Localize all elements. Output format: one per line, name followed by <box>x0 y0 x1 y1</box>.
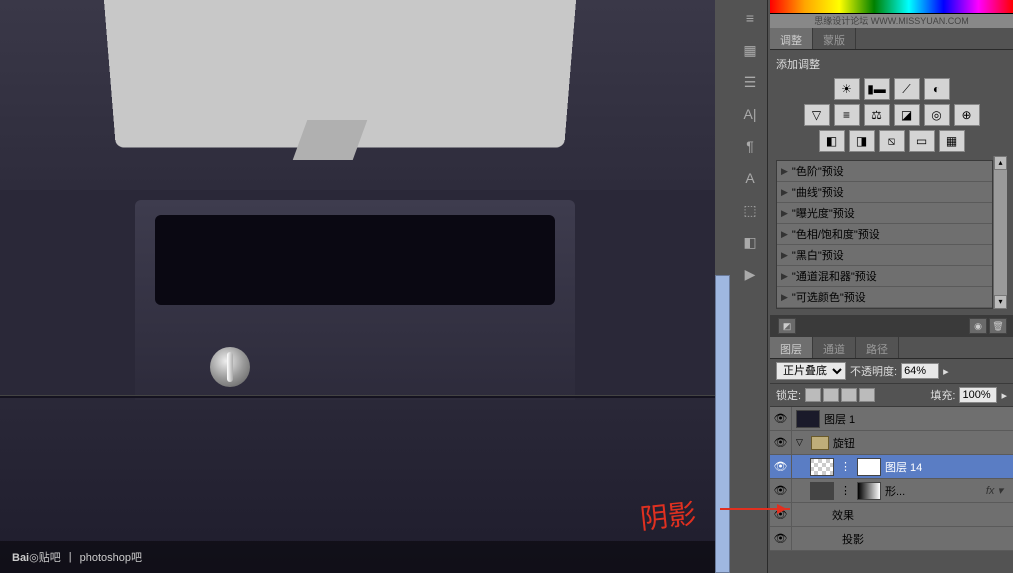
visibility-icon[interactable]: 👁 <box>770 455 792 478</box>
artwork-sep <box>0 395 715 398</box>
artwork-knob <box>210 347 250 387</box>
visibility-icon[interactable]: 👁 <box>770 503 792 526</box>
tab-masks[interactable]: 蒙版 <box>813 28 856 49</box>
folder-icon <box>811 436 829 450</box>
disclosure-icon[interactable]: ▽ <box>796 437 803 448</box>
section-name: photoshop吧 <box>80 549 142 565</box>
invert-icon[interactable]: ◧ <box>819 130 845 152</box>
brand-logo: Bai◎贴吧 <box>12 549 61 565</box>
preset-exposure[interactable]: ▶"曝光度"预设 <box>777 203 992 224</box>
tab-channels[interactable]: 通道 <box>813 337 856 358</box>
watermark: 思缘设计论坛 WWW.MISSYUAN.COM <box>770 14 1013 28</box>
blend-row: 正片叠底 不透明度: ▸ <box>770 359 1013 384</box>
tab-layers[interactable]: 图层 <box>770 337 813 358</box>
paragraph-icon[interactable]: ¶ <box>736 132 764 160</box>
layer-thumb <box>810 458 834 476</box>
lock-pos-icon[interactable] <box>841 388 857 402</box>
visibility-icon[interactable]: 👁 <box>770 431 792 454</box>
visibility-icon[interactable]: 👁 <box>770 479 792 502</box>
colbal-icon[interactable]: ⚖ <box>864 104 890 126</box>
preset-chanmix[interactable]: ▶"通道混和器"预设 <box>777 266 992 287</box>
styles-icon[interactable]: ◧ <box>736 228 764 256</box>
fill-label: 填充: <box>930 387 955 403</box>
scroll-up-icon[interactable]: ▴ <box>994 156 1007 170</box>
adjustments-panel: 添加调整 ☀ ▮▬ ⟋ ◐ ▽ ≡ ⚖ ◪ ◎ ⊕ ◧ ◨ ⧅ ▭ ▦ ▶"色阶… <box>770 50 1013 315</box>
document-canvas[interactable] <box>0 0 715 573</box>
adjustments-tabs: 调整 蒙版 <box>770 28 1013 50</box>
history-icon[interactable]: ≡ <box>736 4 764 32</box>
nav-icon[interactable]: ▶ <box>736 260 764 288</box>
layer-list: 👁 图层 1 👁 ▽ 旋钮 👁 ⋮ 图层 14 👁 ⋮ 形... fx ▾ <box>770 407 1013 551</box>
blend-mode-select[interactable]: 正片叠底 <box>776 362 846 380</box>
presets-scrollbar[interactable]: ▴ ▾ <box>993 156 1007 309</box>
brightness-icon[interactable]: ☀ <box>834 78 860 100</box>
lock-pixels-icon[interactable] <box>823 388 839 402</box>
fill-flyout[interactable]: ▸ <box>1001 389 1007 402</box>
layer-row-shape[interactable]: 👁 ⋮ 形... fx ▾ <box>770 479 1013 503</box>
layer-thumb <box>796 410 820 428</box>
adj-new-icon[interactable]: ◉ <box>969 318 987 334</box>
bw-icon[interactable]: ◪ <box>894 104 920 126</box>
visibility-icon[interactable]: 👁 <box>770 527 792 550</box>
layer-thumb <box>810 482 834 500</box>
char-icon[interactable]: A <box>736 164 764 192</box>
type-icon[interactable]: A| <box>736 100 764 128</box>
link-icon: ⋮ <box>840 484 851 497</box>
thresh-icon[interactable]: ⧅ <box>879 130 905 152</box>
adj-clip-icon[interactable]: ◩ <box>778 318 796 334</box>
right-panels: 思缘设计论坛 WWW.MISSYUAN.COM 调整 蒙版 添加调整 ☀ ▮▬ … <box>770 0 1013 573</box>
lock-label: 锁定: <box>776 387 801 403</box>
link-icon: ⋮ <box>840 460 851 473</box>
opacity-input[interactable] <box>901 363 939 379</box>
vibrance-icon[interactable]: ▽ <box>804 104 830 126</box>
fx-badge[interactable]: fx ▾ <box>982 484 1007 497</box>
preset-bw[interactable]: ▶"黑白"预设 <box>777 245 992 266</box>
levels-icon[interactable]: ▮▬ <box>864 78 890 100</box>
fill-input[interactable] <box>959 387 997 403</box>
poster-icon[interactable]: ◨ <box>849 130 875 152</box>
adjustment-presets: ▶"色阶"预设 ▶"曲线"预设 ▶"曝光度"预设 ▶"色相/饱和度"预设 ▶"黑… <box>776 160 993 309</box>
vmask-thumb <box>857 482 881 500</box>
preset-selcol[interactable]: ▶"可选颜色"预设 <box>777 287 992 308</box>
preset-curves[interactable]: ▶"曲线"预设 <box>777 182 992 203</box>
visibility-icon[interactable]: 👁 <box>770 407 792 430</box>
adj-trash-icon[interactable]: 🗑 <box>989 318 1007 334</box>
preset-hue[interactable]: ▶"色相/饱和度"预设 <box>777 224 992 245</box>
artwork-slot <box>155 215 555 305</box>
add-adjustment-label: 添加调整 <box>776 56 1007 72</box>
swatch-icon[interactable]: ⬚ <box>736 196 764 224</box>
hue-icon[interactable]: ≡ <box>834 104 860 126</box>
source-footer: Bai◎贴吧 | photoshop吧 <box>0 541 715 573</box>
adjustments-footer: ◩ ◉🗑 <box>770 315 1013 337</box>
layer-row-dropshadow[interactable]: 👁 投影 <box>770 527 1013 551</box>
layer-row-effects[interactable]: 👁 效果 <box>770 503 1013 527</box>
color-spectrum[interactable] <box>770 0 1013 14</box>
brush-icon[interactable]: ☰ <box>736 68 764 96</box>
exposure-icon[interactable]: ◐ <box>924 78 950 100</box>
lock-all-icon[interactable] <box>859 388 875 402</box>
lock-trans-icon[interactable] <box>805 388 821 402</box>
photo-filter-icon[interactable]: ◎ <box>924 104 950 126</box>
lock-row: 锁定: 填充: ▸ <box>770 384 1013 407</box>
curves-icon[interactable]: ⟋ <box>894 78 920 100</box>
chanmix-icon[interactable]: ⊕ <box>954 104 980 126</box>
layer-row-layer1[interactable]: 👁 图层 1 <box>770 407 1013 431</box>
tab-adjustments[interactable]: 调整 <box>770 28 813 49</box>
gradmap-icon[interactable]: ▭ <box>909 130 935 152</box>
layers-tabs: 图层 通道 路径 <box>770 337 1013 359</box>
actions-icon[interactable]: ▦ <box>736 36 764 64</box>
selcol-icon[interactable]: ▦ <box>939 130 965 152</box>
canvas-scrollbar-v[interactable] <box>715 275 730 573</box>
layer-row-layer14[interactable]: 👁 ⋮ 图层 14 <box>770 455 1013 479</box>
opacity-flyout[interactable]: ▸ <box>943 365 949 378</box>
layer-row-group-knob[interactable]: 👁 ▽ 旋钮 <box>770 431 1013 455</box>
opacity-label: 不透明度: <box>850 363 897 379</box>
tab-paths[interactable]: 路径 <box>856 337 899 358</box>
scroll-down-icon[interactable]: ▾ <box>994 295 1007 309</box>
preset-levels[interactable]: ▶"色阶"预设 <box>777 161 992 182</box>
collapsed-panel-dock: ≡ ▦ ☰ A| ¶ A ⬚ ◧ ▶ <box>732 0 768 573</box>
mask-thumb <box>857 458 881 476</box>
